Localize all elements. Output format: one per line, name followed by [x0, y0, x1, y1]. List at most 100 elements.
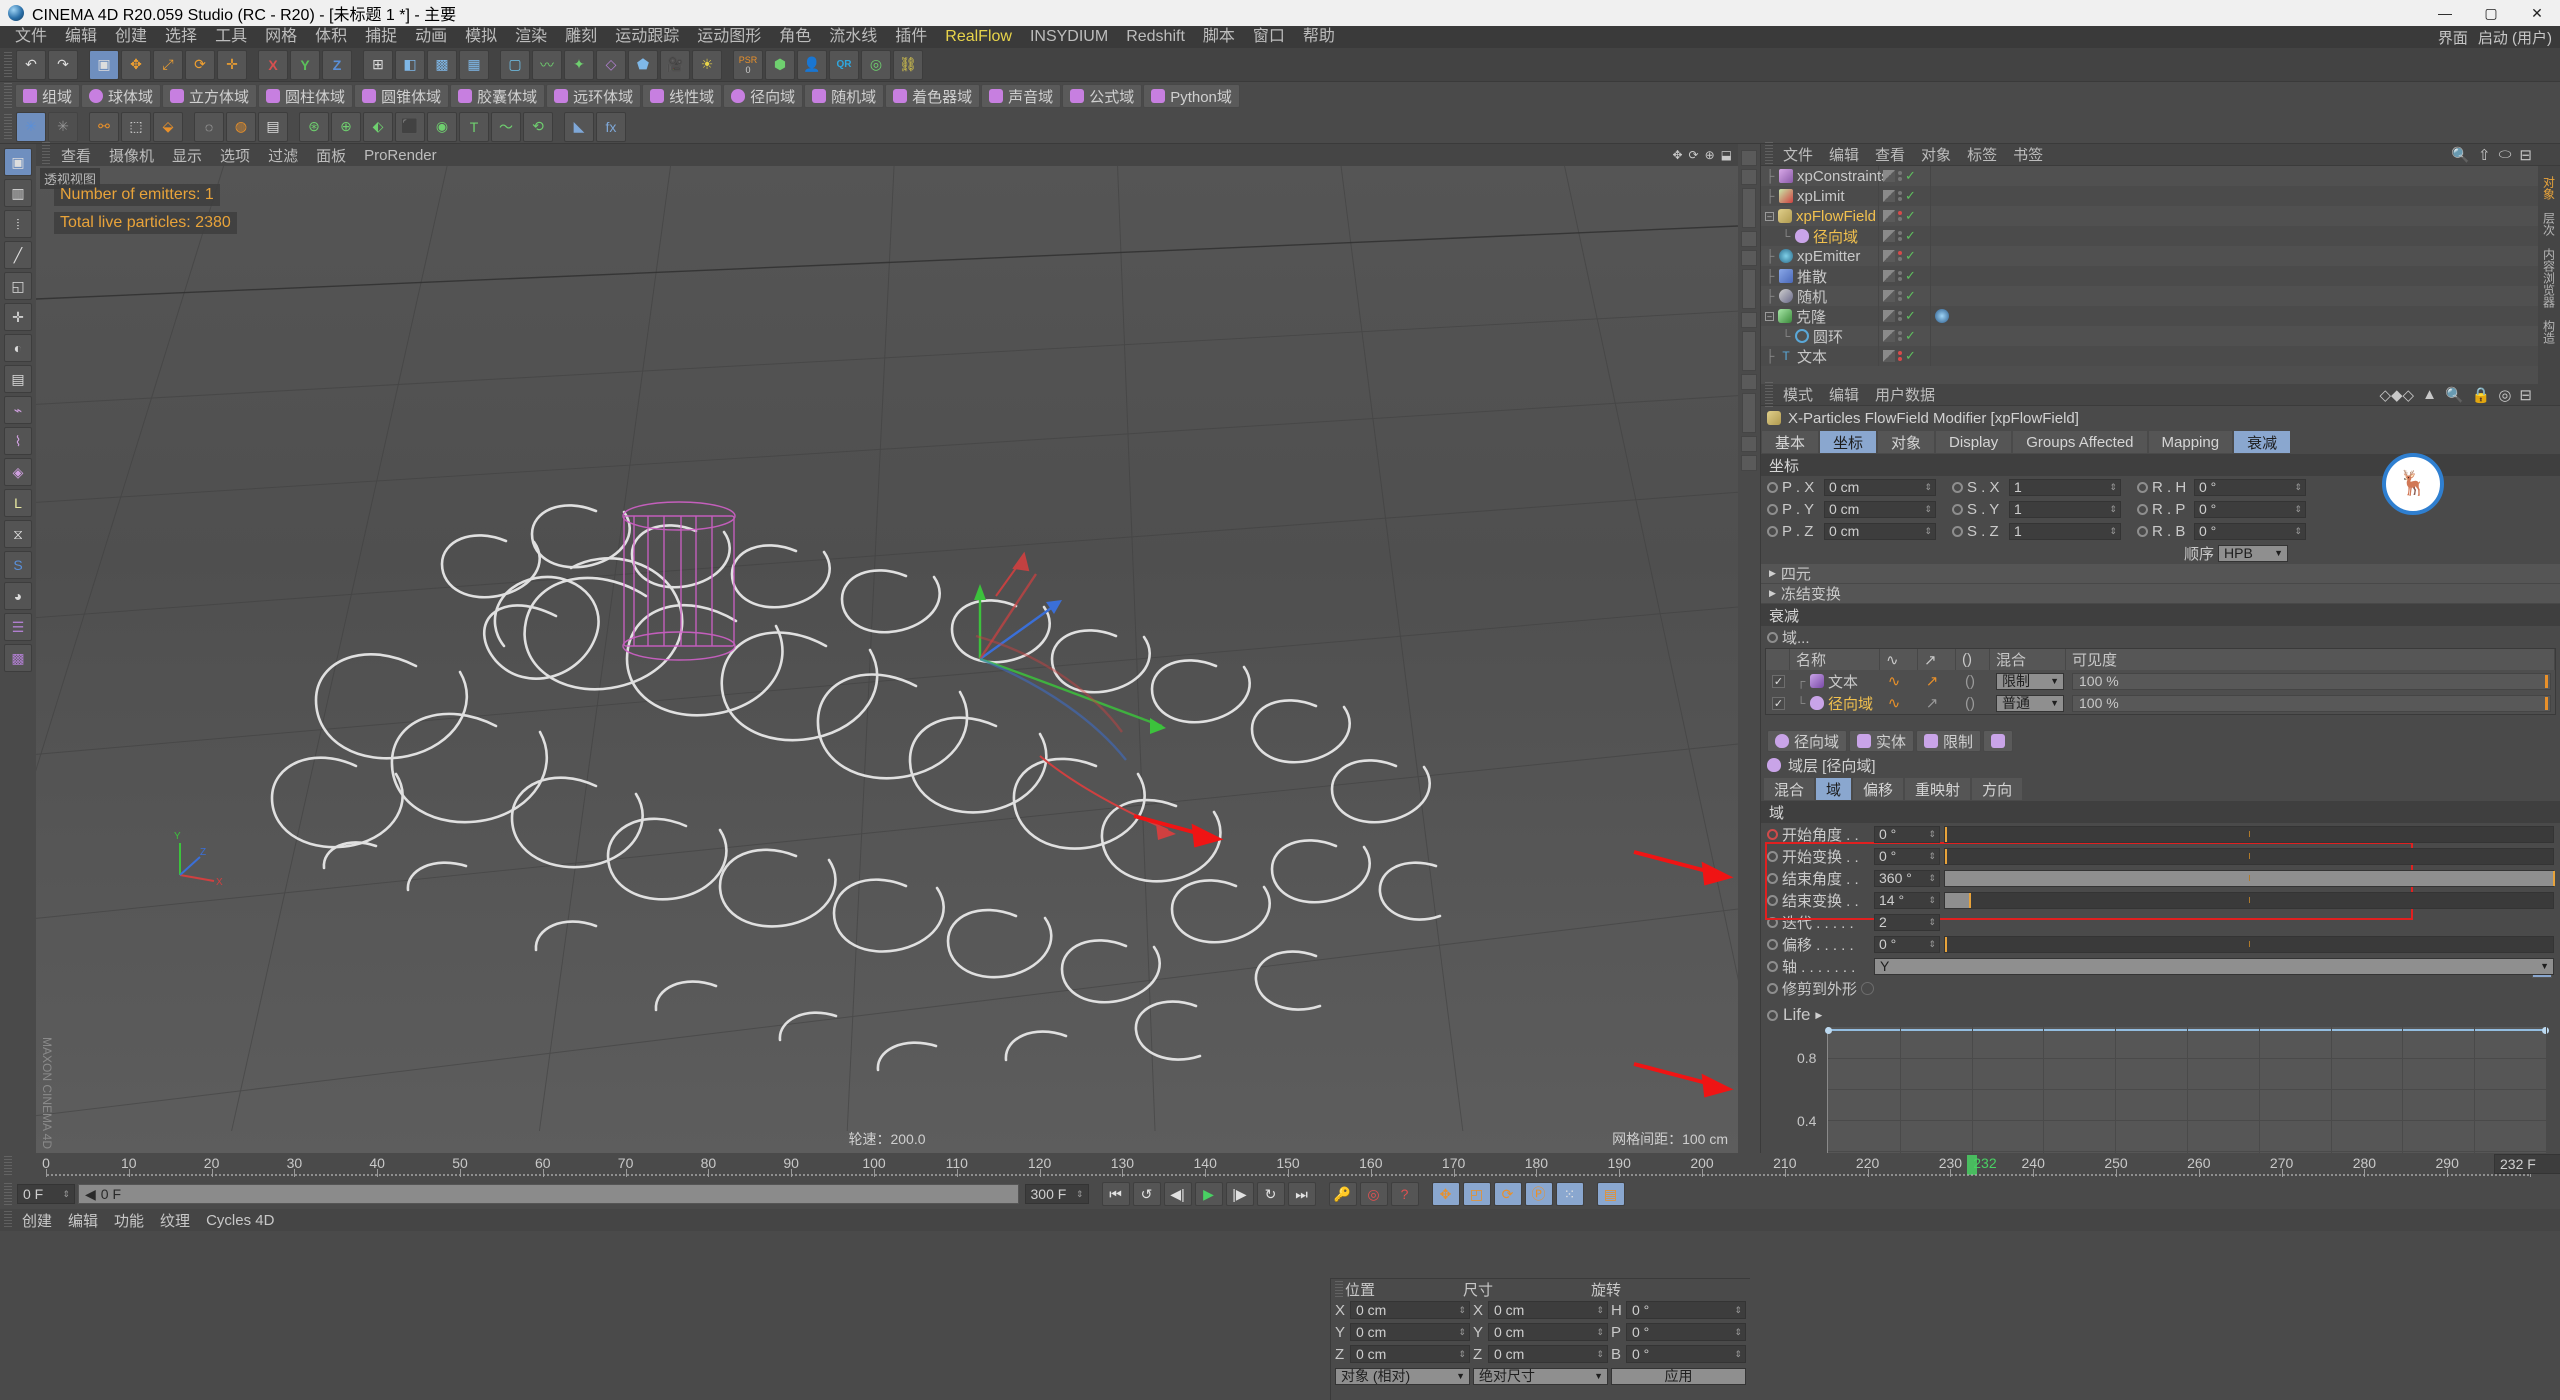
om-menu-编辑[interactable]: 编辑 [1821, 144, 1867, 165]
transport-button-1[interactable]: ↺ [1133, 1182, 1161, 1206]
spinner-icon[interactable]: ⇕ [1924, 483, 1932, 491]
field-button-group-field-icon[interactable]: 组域 [15, 84, 80, 108]
menu-item-选择[interactable]: 选择 [156, 26, 206, 48]
field-blend-combo[interactable]: 限制▼ [1996, 673, 2064, 690]
spinner-icon[interactable]: ⇕ [1596, 1327, 1604, 1338]
object-row[interactable]: └圆环✓ [1761, 326, 2538, 346]
attribute-tab-衰减[interactable]: 衰减 [2233, 430, 2291, 454]
menu-item-运动图形[interactable]: 运动图形 [688, 26, 770, 48]
point-mode-button[interactable]: ⦙ [4, 210, 32, 238]
radial-field-icon[interactable] [1795, 229, 1809, 243]
object-row-tags[interactable] [1931, 186, 2538, 206]
field-button-random-field-icon[interactable]: 随机域 [804, 84, 884, 108]
effector-shader-button[interactable]: ⬖ [363, 112, 393, 142]
menu-item-文件[interactable]: 文件 [6, 26, 56, 48]
viewport-menu-bar[interactable]: 查看摄像机显示选项过滤面板ProRender ✥ ⟳ ⊕ ⬓ [36, 144, 1738, 166]
expand-toggle-icon[interactable]: – [1765, 312, 1774, 321]
viewport-menu-面板[interactable]: 面板 [307, 145, 355, 166]
transport-grip[interactable] [4, 1183, 12, 1205]
coord-radio-icon[interactable] [1767, 482, 1778, 493]
enable-check-icon[interactable]: ✓ [1905, 228, 1916, 244]
field-direction-icon-cell[interactable]: ↗ [1918, 692, 1956, 714]
edge-mode-button[interactable]: ╱ [4, 241, 32, 269]
coord-input[interactable]: 0 °⇕ [2194, 523, 2306, 540]
fields-toolbar[interactable]: 组域球体域立方体域圆柱体域圆锥体域胶囊体域远环体域线性域径向域随机域着色器域声音… [0, 82, 2560, 110]
object-tree[interactable]: ├xpConstraints✓├xpLimit✓–xpFlowField✓└径向… [1761, 166, 2538, 384]
strip-btn-7[interactable] [1741, 436, 1757, 452]
om-tab-构造[interactable]: 构造 [2541, 314, 2558, 350]
visibility-toggle-dots[interactable] [1898, 191, 1902, 201]
param-radio-icon[interactable] [1767, 873, 1778, 884]
coord-input[interactable]: 0 cm⇕ [1824, 479, 1936, 496]
transport-button-4[interactable]: |▶ [1226, 1182, 1254, 1206]
attribute-body[interactable]: X-Particles FlowField Modifier [xpFlowFi… [1761, 406, 2560, 1153]
material-manager-grip[interactable] [4, 1211, 12, 1229]
add-cube-button[interactable]: ▢ [500, 50, 530, 80]
close-button[interactable]: ✕ [2514, 0, 2560, 26]
coord-manager-input[interactable]: 0 cm⇕ [1350, 1301, 1470, 1319]
life-radio-icon[interactable] [1767, 1010, 1778, 1021]
redo-button[interactable]: ↷ [48, 50, 78, 80]
object-name[interactable]: xpEmitter [1797, 248, 1860, 265]
viewport-menu-ProRender[interactable]: ProRender [355, 147, 446, 164]
object-manager[interactable]: ├xpConstraints✓├xpLimit✓–xpFlowField✓└径向… [1761, 166, 2560, 384]
viewport-cycle-icon[interactable]: ⟳ [1689, 148, 1699, 162]
render-region-button[interactable]: ▩ [427, 50, 457, 80]
spinner-icon[interactable]: ⇕ [1928, 918, 1936, 926]
layer-tab-重映射[interactable]: 重映射 [1904, 777, 1971, 801]
field-button-python-field-icon[interactable]: Python域 [1143, 84, 1240, 108]
coord-input[interactable]: 0 °⇕ [2194, 501, 2306, 518]
spline-wrap-button[interactable]: 〜 [491, 112, 521, 142]
object-row-tags[interactable] [1931, 246, 2538, 266]
object-row[interactable]: └径向域✓ [1761, 226, 2538, 246]
field-color-icon-cell[interactable]: () [1956, 692, 1990, 714]
param-slider[interactable] [1944, 936, 2554, 953]
spinner-icon[interactable]: ⇕ [1734, 1349, 1742, 1360]
object-name[interactable]: xpFlowField [1796, 208, 1876, 225]
visibility-dot[interactable] [1898, 251, 1902, 255]
coord-input[interactable]: 1⇕ [2009, 501, 2121, 518]
visibility-dots-icon[interactable] [1883, 210, 1895, 222]
rotation-order-row[interactable]: 顺序 HPB ▼ [1761, 542, 2560, 564]
field-visibility-slider[interactable]: 100 % [2072, 673, 2551, 690]
field-param-row[interactable]: 开始变换 . .0 °⇕ [1761, 845, 2560, 867]
menu-item-编辑[interactable]: 编辑 [56, 26, 106, 48]
spinner-icon[interactable]: ⇕ [1928, 896, 1936, 904]
spinner-icon[interactable]: ⇕ [1458, 1349, 1466, 1360]
spinner-icon[interactable]: ⇕ [1596, 1305, 1604, 1316]
layout-label[interactable]: 界面 [2438, 27, 2468, 48]
viewport-menu-选项[interactable]: 选项 [211, 145, 259, 166]
coord-manager-input[interactable]: 0 °⇕ [1626, 1301, 1746, 1319]
sculpt-layers-button[interactable]: ☰ [4, 613, 32, 641]
menu-item-Redshift[interactable]: Redshift [1117, 26, 1194, 48]
field-visibility-slider[interactable]: 100 % [2072, 695, 2551, 712]
visibility-dots-icon[interactable] [1883, 310, 1895, 322]
menu-item-动画[interactable]: 动画 [406, 26, 456, 48]
visibility-dot[interactable] [1898, 297, 1902, 301]
menu-item-运动跟踪[interactable]: 运动跟踪 [606, 26, 688, 48]
timeline-ruler[interactable]: 0102030405060708090100110120130140150160… [0, 1153, 2560, 1179]
object-tag-column[interactable]: ✓ [1879, 166, 1931, 186]
param-input[interactable]: 0 °⇕ [1874, 848, 1940, 865]
coord-radio-icon[interactable] [1952, 526, 1963, 537]
life-curve-panel[interactable]: Life ▶ 0.00.10.20.30.40.50.60.70.80.91.0… [1761, 999, 2560, 1153]
spinner-icon[interactable]: ⇕ [2294, 505, 2302, 513]
menu-item-渲染[interactable]: 渲染 [506, 26, 556, 48]
enable-check-icon[interactable]: ✓ [1905, 308, 1916, 324]
spinner-icon[interactable]: ⇕ [62, 1189, 70, 1200]
visibility-dot[interactable] [1898, 351, 1902, 355]
coord-input[interactable]: 1⇕ [2009, 479, 2121, 496]
om-tab-内容浏览器[interactable]: 内容浏览器 [2541, 242, 2558, 314]
object-row-tags[interactable] [1931, 306, 2538, 326]
object-row[interactable]: ├xpLimit✓ [1761, 186, 2538, 206]
coord-input[interactable]: 1⇕ [2009, 523, 2121, 540]
transport-bar[interactable]: 0 F ⇕ ◀ 0 F 300 F ⇕ ⏮↺◀|▶|▶↻⏭ 🔑 ◎ ? ✥ ◰ … [0, 1179, 2560, 1209]
om-up-icon[interactable]: ⇧ [2478, 146, 2491, 164]
param-radio-icon[interactable] [1767, 895, 1778, 906]
render-settings-button[interactable]: ▦ [459, 50, 489, 80]
toolbar-grip[interactable] [4, 52, 12, 78]
attribute-manager-header-icons[interactable]: ◇◆◇ ▲ 🔍 🔒 ◎ ⊟ [2379, 386, 2532, 404]
visibility-toggle-dots[interactable] [1898, 211, 1902, 221]
visibility-dots-icon[interactable] [1883, 230, 1895, 242]
coord-manager-input[interactable]: 0 °⇕ [1626, 1323, 1746, 1341]
